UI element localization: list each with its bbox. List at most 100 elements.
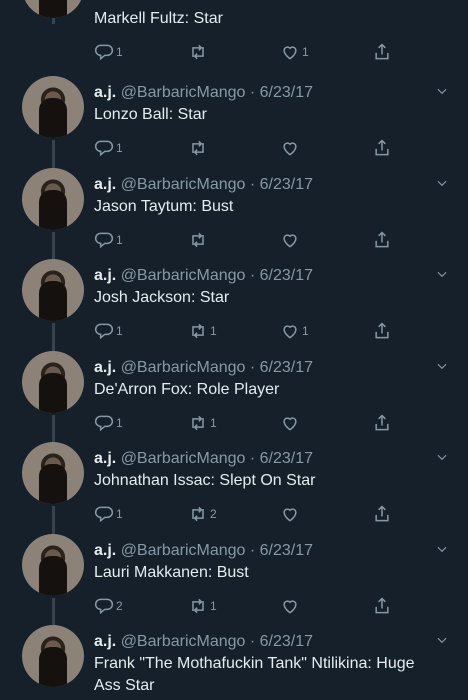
retweet-button[interactable] xyxy=(188,42,210,62)
share-button[interactable] xyxy=(372,42,392,62)
tweet-header: a.j. @BarbaricMango · 6/23/17 xyxy=(94,448,313,470)
retweet-button[interactable]: 1 xyxy=(188,413,217,433)
share-button[interactable] xyxy=(372,138,392,158)
chevron-down-icon[interactable] xyxy=(435,84,449,98)
heart-icon xyxy=(283,416,297,431)
chevron-down-icon[interactable] xyxy=(435,450,449,464)
tweet-date[interactable]: 6/23/17 xyxy=(260,359,313,376)
author-handle[interactable]: @BarbaricMango xyxy=(121,633,246,650)
author-handle[interactable]: @BarbaricMango xyxy=(121,542,246,559)
tweet-date[interactable]: 6/23/17 xyxy=(260,84,313,101)
reply-count: 1 xyxy=(116,141,123,155)
tweet-actions: 1 2 xyxy=(0,504,468,524)
like-button[interactable] xyxy=(280,596,302,616)
tweet-date[interactable]: 6/23/17 xyxy=(260,633,313,650)
author-name[interactable]: a.j. xyxy=(94,450,116,467)
reply-button[interactable]: 1 xyxy=(94,321,123,341)
share-button[interactable] xyxy=(372,321,392,341)
like-button[interactable]: 1 xyxy=(280,42,309,62)
like-button[interactable] xyxy=(280,230,302,250)
meta-separator: · xyxy=(245,358,260,376)
avatar[interactable] xyxy=(22,533,84,596)
tweet-header: a.j. @BarbaricMango · 6/23/17 xyxy=(94,265,313,287)
share-icon xyxy=(375,139,389,156)
reply-count: 2 xyxy=(116,598,123,613)
tweet-date[interactable]: 6/23/17 xyxy=(260,176,313,193)
share-button[interactable] xyxy=(372,504,392,524)
tweet-text: De'Arron Fox: Role Player xyxy=(94,380,280,398)
avatar[interactable] xyxy=(22,350,84,413)
reply-button[interactable]: 1 xyxy=(94,230,123,250)
avatar[interactable] xyxy=(22,625,84,687)
tweet-text: Josh Jackson: Star xyxy=(94,289,230,306)
tweet-actions: 2 1 xyxy=(0,596,468,616)
avatar[interactable] xyxy=(22,259,84,321)
share-icon xyxy=(375,43,389,60)
chevron-down-icon[interactable] xyxy=(435,542,449,556)
tweet-text: Jason Taytum: Bust xyxy=(94,197,234,215)
retweet-button[interactable]: 2 xyxy=(188,504,217,524)
retweet-count: 1 xyxy=(210,324,217,338)
heart-icon xyxy=(283,508,297,522)
retweet-icon xyxy=(192,415,204,430)
meta-separator: · xyxy=(245,541,260,559)
retweet-icon xyxy=(192,44,204,60)
like-count: 1 xyxy=(302,324,309,338)
author-handle[interactable]: @BarbaricMango xyxy=(121,176,246,193)
author-handle[interactable]: @BarbaricMango xyxy=(121,267,246,284)
chevron-down-icon[interactable] xyxy=(435,633,449,647)
tweet-date[interactable]: 6/23/17 xyxy=(260,542,313,559)
reply-button[interactable]: 1 xyxy=(94,138,123,158)
author-name[interactable]: a.j. xyxy=(94,176,116,193)
reply-icon xyxy=(94,415,114,431)
reply-button[interactable]: 1 xyxy=(94,42,123,62)
reply-button[interactable]: 2 xyxy=(94,596,123,616)
tweet-header: a.j. @BarbaricMango · 6/23/17 xyxy=(94,631,313,653)
share-icon xyxy=(375,413,389,430)
author-name[interactable]: a.j. xyxy=(94,542,116,559)
author-name[interactable]: a.j. xyxy=(94,267,116,284)
avatar[interactable] xyxy=(22,0,84,18)
meta-separator: · xyxy=(245,633,260,650)
author-name[interactable]: a.j. xyxy=(94,633,116,650)
share-button[interactable] xyxy=(372,596,392,616)
like-button[interactable]: 1 xyxy=(280,321,309,341)
tweet-actions: 1 xyxy=(0,138,468,158)
like-button[interactable] xyxy=(280,138,302,158)
like-button[interactable] xyxy=(280,504,302,524)
tweet-actions: 1 1 xyxy=(0,42,468,62)
share-button[interactable] xyxy=(372,413,392,433)
retweet-button[interactable] xyxy=(188,138,210,158)
retweet-count: 1 xyxy=(210,415,217,430)
reply-button[interactable]: 1 xyxy=(94,413,123,433)
author-handle[interactable]: @BarbaricMango xyxy=(121,359,246,376)
author-name[interactable]: a.j. xyxy=(94,359,116,376)
share-icon xyxy=(375,230,389,247)
retweet-button[interactable]: 1 xyxy=(188,596,217,616)
chevron-down-icon[interactable] xyxy=(435,359,449,373)
avatar[interactable] xyxy=(22,442,84,504)
avatar[interactable] xyxy=(22,167,84,230)
retweet-button[interactable] xyxy=(188,230,210,250)
tweet-date[interactable]: 6/23/17 xyxy=(260,450,313,467)
author-name[interactable]: a.j. xyxy=(94,84,116,101)
retweet-button[interactable]: 1 xyxy=(188,321,217,341)
share-icon xyxy=(375,596,389,613)
meta-separator: · xyxy=(245,175,260,193)
chevron-down-icon[interactable] xyxy=(435,267,449,281)
avatar[interactable] xyxy=(22,76,84,138)
author-handle[interactable]: @BarbaricMango xyxy=(121,84,246,101)
reply-button[interactable]: 1 xyxy=(94,504,123,524)
tweet-header: a.j. @BarbaricMango · 6/23/17 xyxy=(94,82,313,104)
reply-count: 1 xyxy=(116,507,123,521)
tweet-actions: 1 xyxy=(0,230,468,250)
author-handle[interactable]: @BarbaricMango xyxy=(121,450,246,467)
reply-icon xyxy=(94,232,114,248)
chevron-down-icon[interactable] xyxy=(435,176,449,190)
meta-separator: · xyxy=(245,84,260,101)
tweet-text: Johnathan Issac: Slept On Star xyxy=(94,472,316,489)
reply-count: 1 xyxy=(116,45,123,59)
like-button[interactable] xyxy=(280,413,302,433)
tweet-date[interactable]: 6/23/17 xyxy=(260,267,313,284)
share-button[interactable] xyxy=(372,230,392,250)
